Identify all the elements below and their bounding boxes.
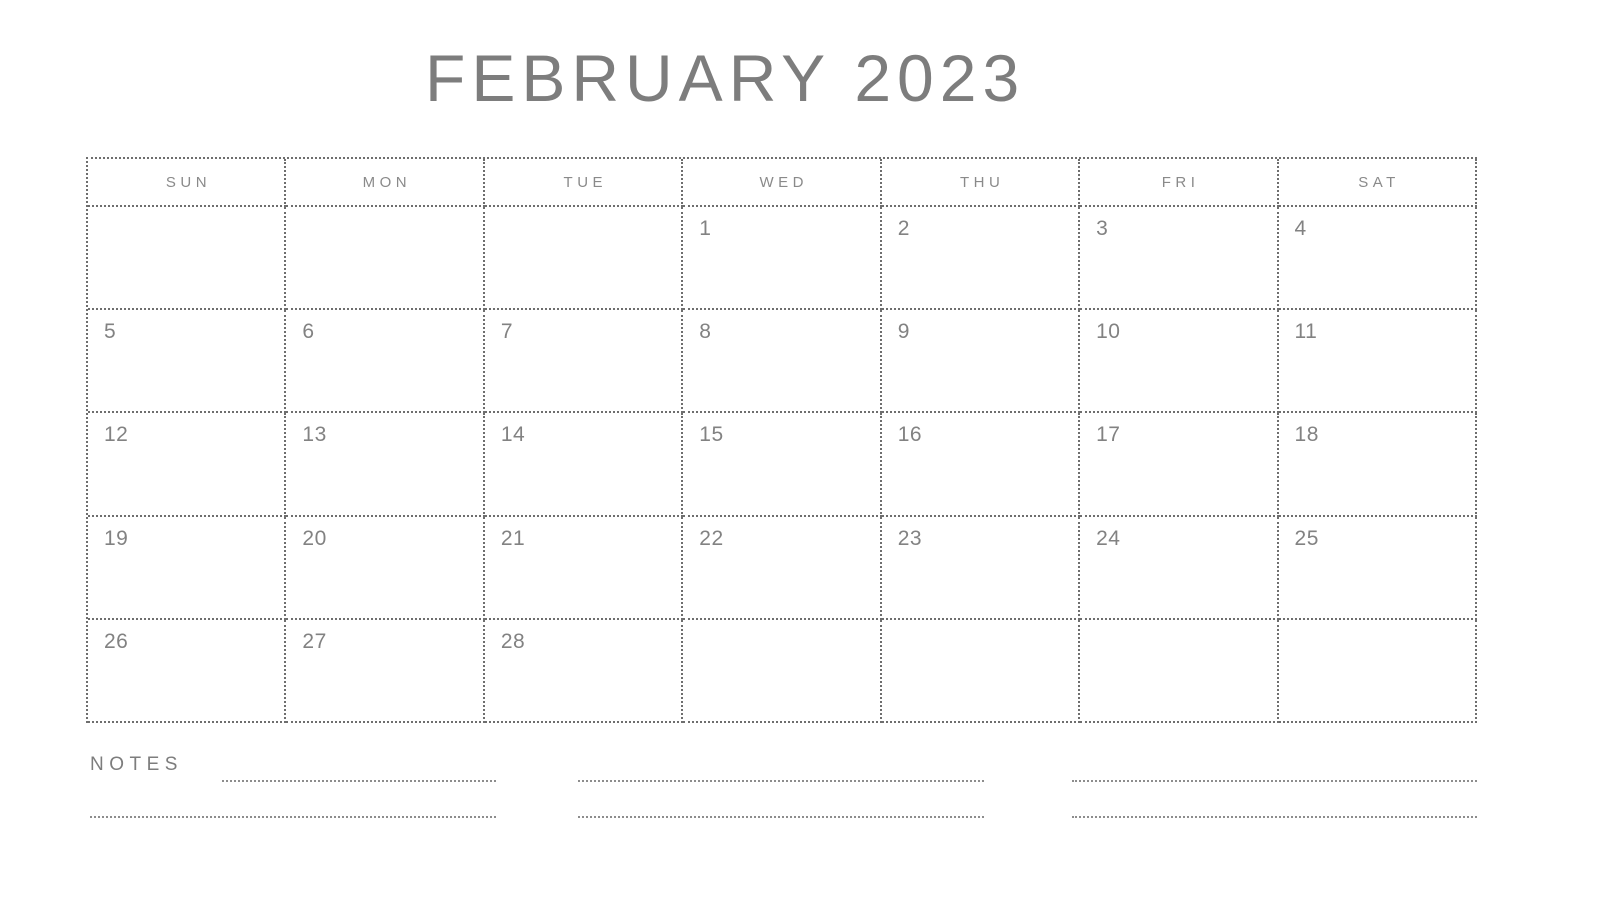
day-cell[interactable]: 6 [286,310,485,414]
weekday-header-fri: FRI [1080,159,1279,207]
notes-label: NOTES [90,754,183,775]
notes-section: NOTES [86,748,1477,828]
notes-write-line[interactable] [1072,780,1477,782]
week-row: 12 13 14 15 16 17 18 [88,413,1477,517]
day-cell[interactable]: 7 [484,310,684,414]
weekday-label: WED [759,173,808,191]
day-cell[interactable]: 5 [88,310,287,414]
day-number: 2 [897,217,910,240]
day-cell[interactable]: 26 [88,619,287,724]
day-cell[interactable]: 19 [88,516,287,620]
day-number: 19 [104,526,129,550]
day-number: 23 [897,526,923,550]
weekday-header-tue: TUE [484,159,684,207]
weekday-header-thu: THU [881,159,1081,207]
week-row: 26 27 28 [88,619,1477,724]
weekday-header-sat: SAT [1278,159,1477,207]
day-cell[interactable]: 28 [484,619,684,724]
weekday-label: MON [362,173,412,191]
day-cell[interactable]: 27 [286,619,485,724]
day-number: 26 [104,629,129,653]
day-number: 10 [1096,320,1121,344]
day-cell[interactable]: 25 [1278,516,1477,620]
day-cell[interactable]: 3 [1080,207,1279,311]
day-cell[interactable]: 14 [484,413,684,517]
calendar-grid: SUN MON TUE WED THU FRI SAT 1 2 3 4 5 6 [86,157,1477,724]
day-number: 5 [104,320,117,344]
day-cell[interactable] [1278,619,1477,724]
weekday-label: SUN [165,173,212,191]
notes-write-line[interactable] [1072,816,1477,818]
day-cell[interactable]: 1 [683,207,882,311]
day-cell[interactable]: 18 [1278,413,1477,517]
notes-write-line[interactable] [222,780,496,782]
day-number: 21 [500,526,526,550]
day-cell[interactable]: 22 [683,516,882,620]
day-cell[interactable]: 2 [881,207,1081,311]
weekday-header-mon: MON [286,159,485,207]
day-number: 28 [500,629,526,653]
day-number: 27 [302,629,327,653]
day-number: 3 [1096,217,1109,240]
day-number: 4 [1294,217,1307,240]
day-cell[interactable] [88,207,287,311]
day-number: 25 [1294,526,1319,550]
day-number: 15 [699,423,724,447]
day-cell[interactable]: 15 [683,413,882,517]
day-cell[interactable]: 9 [881,310,1081,414]
day-cell[interactable]: 16 [881,413,1081,517]
notes-write-line[interactable] [90,816,496,818]
day-number: 17 [1096,423,1121,447]
day-cell[interactable]: 20 [286,516,485,620]
weekday-header-sun: SUN [88,159,287,207]
week-row: 1 2 3 4 [88,207,1477,311]
day-number: 18 [1294,423,1319,447]
day-cell[interactable] [1080,619,1279,724]
weekday-header-wed: WED [683,159,882,207]
day-cell[interactable]: 11 [1278,310,1477,414]
day-number: 20 [302,526,327,550]
week-row: 5 6 7 8 9 10 11 [88,310,1477,414]
day-cell[interactable]: 13 [286,413,485,517]
notes-write-line[interactable] [578,816,984,818]
day-number: 7 [500,320,514,344]
day-number: 11 [1294,320,1318,344]
day-cell[interactable] [286,207,485,311]
day-cell[interactable]: 8 [683,310,882,414]
day-cell[interactable]: 24 [1080,516,1279,620]
weekday-header-row: SUN MON TUE WED THU FRI SAT [88,159,1477,207]
day-cell[interactable] [881,619,1081,724]
day-cell[interactable]: 4 [1278,207,1477,311]
day-cell[interactable]: 21 [484,516,684,620]
day-cell[interactable] [484,207,684,311]
day-cell[interactable]: 23 [881,516,1081,620]
page-title: FEBRUARY 2023 [425,41,1026,115]
day-number: 22 [699,526,724,550]
day-cell[interactable] [683,619,882,724]
week-row: 19 20 21 22 23 24 25 [88,516,1477,620]
day-number: 8 [699,320,712,344]
day-cell[interactable]: 12 [88,413,287,517]
day-cell[interactable]: 10 [1080,310,1279,414]
weekday-label: FRI [1161,173,1200,191]
day-number: 14 [500,423,526,447]
day-number: 13 [302,423,327,447]
notes-write-line[interactable] [578,780,984,782]
day-number: 16 [897,423,923,447]
day-number: 1 [699,217,712,240]
weekday-label: TUE [563,173,608,191]
day-number: 9 [897,320,910,344]
weekday-label: THU [959,173,1005,191]
weekday-label: SAT [1358,173,1400,191]
day-cell[interactable]: 17 [1080,413,1279,517]
day-number: 6 [302,320,315,344]
day-number: 12 [104,423,129,447]
day-number: 24 [1096,526,1121,550]
